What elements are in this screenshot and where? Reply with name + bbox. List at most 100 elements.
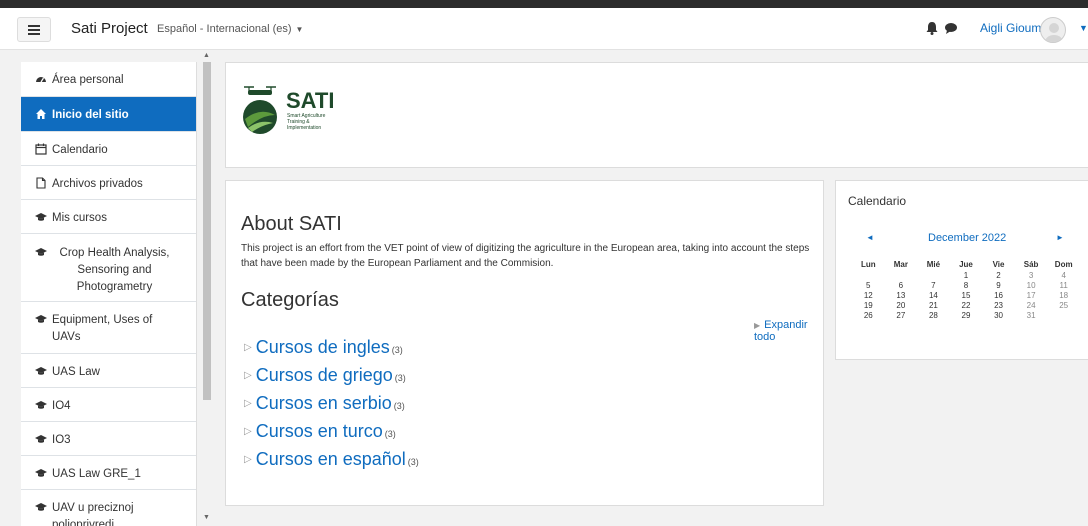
expand-all-link[interactable]: ▶ Expandir todo <box>754 319 823 343</box>
avatar-icon <box>1045 23 1063 42</box>
caret-right-icon: ▷ <box>244 426 252 437</box>
sidebar-item-label: UAV u preciznoj poljoprivredi <box>52 502 134 526</box>
site-name-link[interactable]: Sati Project <box>71 20 148 37</box>
calendar-day[interactable]: 13 <box>885 290 918 300</box>
calendar-day[interactable]: 25 <box>1047 300 1080 310</box>
calendar-day[interactable]: 26 <box>852 310 885 320</box>
sidebar-item-label: Crop Health Analysis, Sensoring and Phot… <box>59 247 170 293</box>
sidebar-item-label: Inicio del sitio <box>52 109 129 121</box>
calendar-day[interactable]: 1 <box>950 270 983 280</box>
prev-month-icon[interactable]: ◄ <box>866 233 874 242</box>
chat-icon[interactable] <box>944 21 958 35</box>
sidebar-item-archivos[interactable]: Archivos privados <box>21 166 196 200</box>
expand-all-label: Expandir todo <box>754 319 808 343</box>
sidebar-item-inicio[interactable]: Inicio del sitio <box>21 97 196 132</box>
sidebar-scrollbar-thumb[interactable] <box>203 62 211 400</box>
next-month-icon[interactable]: ► <box>1056 233 1064 242</box>
sidebar-item-course[interactable]: Crop Health Analysis, Sensoring and Phot… <box>21 234 196 302</box>
calendar-day[interactable]: 10 <box>1015 280 1048 290</box>
calendar-day <box>917 270 950 280</box>
sidebar-item-area-personal[interactable]: Área personal <box>21 62 196 97</box>
calendar-day[interactable]: 21 <box>917 300 950 310</box>
category-count: (3) <box>393 401 405 411</box>
category-name: Cursos en turco <box>255 421 383 441</box>
calendar-day[interactable]: 29 <box>950 310 983 320</box>
language-selector[interactable]: Español - Internacional (es) ▼ <box>157 23 303 35</box>
calendar-day[interactable]: 14 <box>917 290 950 300</box>
file-icon <box>36 177 46 189</box>
about-title: About SATI <box>241 213 342 235</box>
calendar-day[interactable]: 20 <box>885 300 918 310</box>
sidebar-item-course[interactable]: UAS Law <box>21 354 196 388</box>
sidebar-item-label: Mis cursos <box>52 212 107 224</box>
user-avatar[interactable] <box>1040 17 1066 43</box>
graduation-cap-icon <box>35 315 47 323</box>
category-name: Cursos en español <box>255 449 406 469</box>
user-menu-caret-icon[interactable]: ▼ <box>1079 23 1088 33</box>
graduation-cap-icon <box>35 401 47 409</box>
calendar-day[interactable]: 24 <box>1015 300 1048 310</box>
calendar-month-link[interactable]: December 2022 <box>928 232 1006 244</box>
calendar-day[interactable]: 8 <box>950 280 983 290</box>
calendar-day[interactable]: 3 <box>1015 270 1048 280</box>
graduation-cap-icon <box>35 367 47 375</box>
user-name[interactable]: Aigli Gioumi <box>980 21 1044 35</box>
graduation-cap-icon <box>35 503 47 511</box>
calendar-day[interactable]: 5 <box>852 280 885 290</box>
menu-toggle-button[interactable] <box>17 17 51 42</box>
sidebar-item-label: UAS Law GRE_1 <box>52 468 141 480</box>
categories-title: Categorías <box>241 289 339 311</box>
scroll-down-icon[interactable]: ▼ <box>203 514 210 521</box>
category-link[interactable]: ▷ Cursos en serbio (3) <box>244 393 405 414</box>
category-count: (3) <box>407 457 419 467</box>
browser-top-strip <box>0 0 1088 8</box>
calendar-day[interactable]: 22 <box>950 300 983 310</box>
calendar-day[interactable]: 27 <box>885 310 918 320</box>
calendar-day[interactable]: 30 <box>982 310 1015 320</box>
sidebar-item-mis-cursos[interactable]: Mis cursos <box>21 200 196 234</box>
scroll-up-icon[interactable]: ▲ <box>203 52 210 59</box>
sidebar-item-course[interactable]: UAV u preciznoj poljoprivredi <box>21 490 196 526</box>
weekday-header: Dom <box>1054 259 1073 269</box>
hamburger-icon <box>28 24 40 35</box>
calendar-day[interactable]: 9 <box>982 280 1015 290</box>
calendar-title: Calendario <box>848 194 907 208</box>
category-count: (3) <box>384 429 396 439</box>
category-link[interactable]: ▷ Cursos de ingles (3) <box>244 337 403 358</box>
caret-right-icon: ▷ <box>244 342 252 353</box>
category-link[interactable]: ▷ Cursos en español (3) <box>244 449 419 470</box>
sidebar-item-label: UAS Law <box>52 366 100 378</box>
weekday-header: Mié <box>926 259 941 269</box>
calendar-day[interactable]: 15 <box>950 290 983 300</box>
weekday-header: Jue <box>959 259 973 269</box>
sati-logo: SATI Smart Agriculture Training & Implem… <box>243 86 334 134</box>
sidebar-item-course[interactable]: IO3 <box>21 422 196 456</box>
calendar-day[interactable]: 2 <box>982 270 1015 280</box>
sidebar-item-calendario[interactable]: Calendario <box>21 132 196 166</box>
calendar-day[interactable]: 7 <box>917 280 950 290</box>
calendar-day[interactable]: 19 <box>852 300 885 310</box>
calendar-day[interactable]: 31 <box>1015 310 1048 320</box>
calendar-day[interactable]: 6 <box>885 280 918 290</box>
sidebar-item-label: Equipment, Uses of UAVs <box>52 314 153 343</box>
sidebar-item-course[interactable]: IO4 <box>21 388 196 422</box>
weekday-header: Vie <box>992 259 1005 269</box>
caret-right-icon: ▷ <box>244 398 252 409</box>
calendar-day <box>885 270 918 280</box>
graduation-cap-icon <box>35 469 47 477</box>
calendar-day[interactable]: 12 <box>852 290 885 300</box>
sidebar-item-course[interactable]: Equipment, Uses of UAVs <box>21 302 196 354</box>
graduation-cap-icon <box>35 248 47 256</box>
category-link[interactable]: ▷ Cursos de griego (3) <box>244 365 406 386</box>
calendar-day[interactable]: 16 <box>982 290 1015 300</box>
calendar-day[interactable]: 4 <box>1047 270 1080 280</box>
graduation-cap-icon <box>35 435 47 443</box>
calendar-day[interactable]: 28 <box>917 310 950 320</box>
calendar-day[interactable]: 11 <box>1047 280 1080 290</box>
calendar-day[interactable]: 17 <box>1015 290 1048 300</box>
bell-icon[interactable] <box>926 21 938 35</box>
calendar-day[interactable]: 18 <box>1047 290 1080 300</box>
sidebar-item-course[interactable]: UAS Law GRE_1 <box>21 456 196 490</box>
category-link[interactable]: ▷ Cursos en turco (3) <box>244 421 396 442</box>
calendar-day[interactable]: 23 <box>982 300 1015 310</box>
